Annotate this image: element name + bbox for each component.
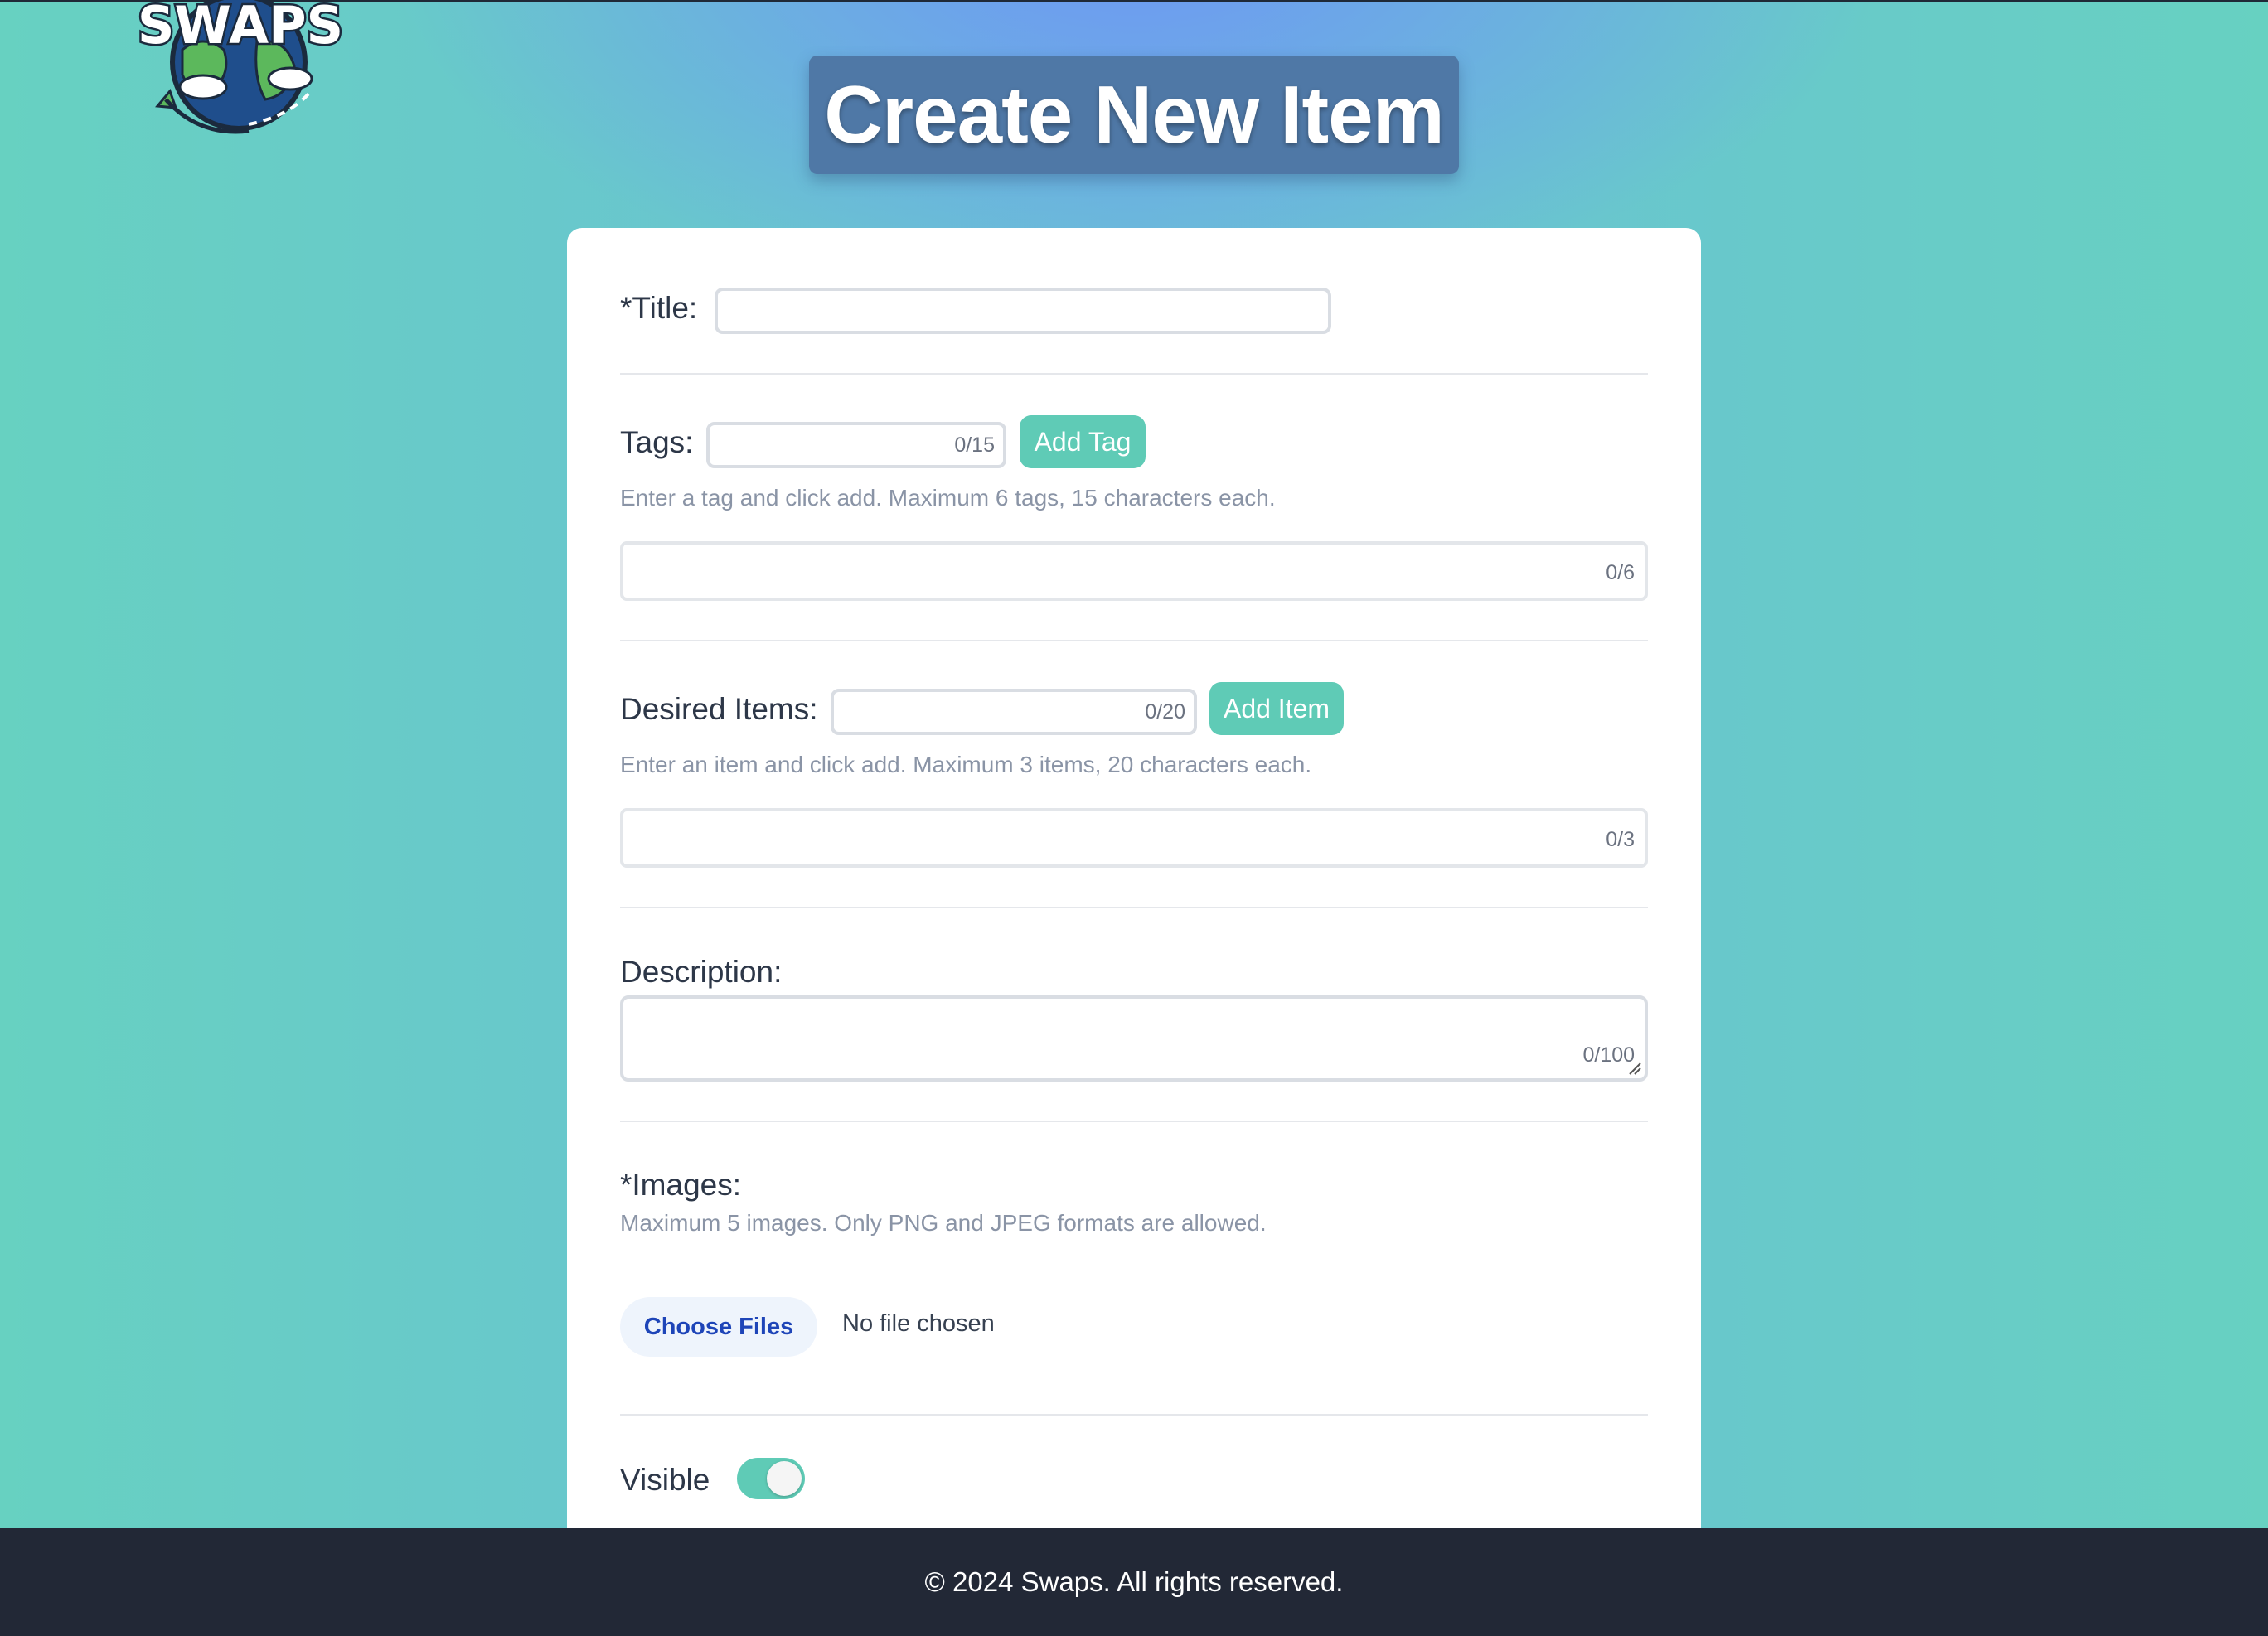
desired-item-input[interactable]: 0/20 bbox=[831, 689, 1197, 735]
description-label: Description: bbox=[620, 955, 783, 989]
divider bbox=[620, 1414, 1648, 1416]
footer: © 2024 Swaps. All rights reserved. bbox=[0, 1528, 2268, 1636]
add-item-button[interactable]: Add Item bbox=[1209, 682, 1344, 735]
divider bbox=[620, 1121, 1648, 1122]
images-label: *Images: bbox=[620, 1168, 742, 1202]
images-hint: Maximum 5 images. Only PNG and JPEG form… bbox=[620, 1210, 1267, 1236]
globe-icon: SWAPS bbox=[135, 0, 346, 134]
divider bbox=[620, 373, 1648, 375]
desired-items-hint: Enter an item and click add. Maximum 3 i… bbox=[620, 752, 1312, 777]
tags-list: 0/6 bbox=[620, 541, 1648, 601]
toggle-knob bbox=[767, 1461, 802, 1496]
desired-items-list: 0/3 bbox=[620, 808, 1648, 868]
tags-label: Tags: bbox=[620, 425, 694, 459]
divider bbox=[620, 907, 1648, 908]
visible-label: Visible bbox=[620, 1463, 710, 1497]
tag-char-counter: 0/15 bbox=[954, 433, 995, 457]
description-textarea[interactable]: 0/100 bbox=[620, 995, 1648, 1082]
divider bbox=[620, 640, 1648, 641]
tags-hint: Enter a tag and click add. Maximum 6 tag… bbox=[620, 485, 1276, 511]
tags-count: 0/6 bbox=[1606, 561, 1635, 584]
page-title: Create New Item bbox=[809, 56, 1459, 174]
choose-files-button[interactable]: Choose Files bbox=[620, 1297, 817, 1357]
desired-items-label: Desired Items: bbox=[620, 692, 818, 726]
desired-item-char-counter: 0/20 bbox=[1145, 700, 1185, 724]
desired-items-count: 0/3 bbox=[1606, 828, 1635, 851]
resize-grip-icon[interactable] bbox=[1626, 1060, 1641, 1075]
file-status: No file chosen bbox=[842, 1310, 995, 1337]
add-tag-button[interactable]: Add Tag bbox=[1020, 415, 1146, 468]
footer-copyright: © 2024 Swaps. All rights reserved. bbox=[924, 1566, 1344, 1597]
swaps-logo[interactable]: SWAPS bbox=[124, 0, 356, 141]
tag-input[interactable]: 0/15 bbox=[706, 422, 1006, 468]
create-item-form: *Title: Tags: 0/15 Add Tag Enter a tag a… bbox=[567, 228, 1701, 1529]
title-input[interactable] bbox=[715, 288, 1331, 334]
title-label: *Title: bbox=[620, 291, 698, 325]
logo-text: SWAPS bbox=[138, 0, 343, 56]
visible-toggle[interactable] bbox=[737, 1458, 805, 1499]
